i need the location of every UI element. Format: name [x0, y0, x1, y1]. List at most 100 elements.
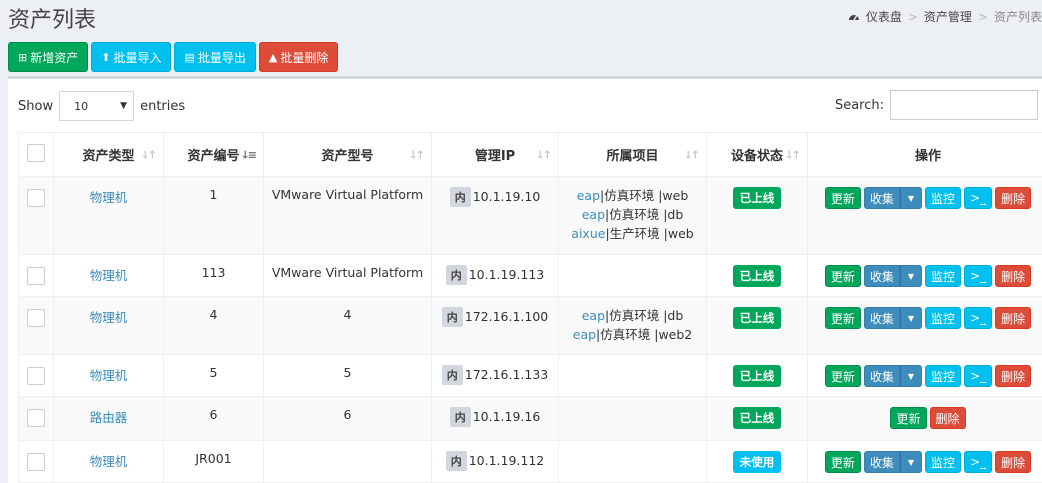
project-entry: eap|仿真环境 |db [559, 306, 706, 326]
terminal-button[interactable]: >_ [964, 451, 993, 473]
collect-dropdown-toggle[interactable]: ▼ [899, 365, 923, 387]
ip-address: 10.1.19.113 [468, 267, 545, 282]
select-cell [18, 440, 54, 483]
caret-down-icon: ▼ [907, 313, 915, 323]
column-header-number[interactable]: 资产编号 ↓≡ [163, 132, 264, 177]
collect-button[interactable]: 收集 [863, 307, 900, 329]
sort-icon: ↓↑ [784, 148, 802, 161]
update-button[interactable]: 更新 [824, 307, 861, 329]
terminal-button[interactable]: >_ [964, 265, 993, 287]
row-actions: 更新 收集 ▼ 监控 >_ 删除 [808, 451, 1042, 473]
project-link[interactable]: eap [582, 308, 605, 323]
ip-address: 10.1.19.112 [468, 453, 545, 468]
table-row: 路由器 6 6 内 10.1.19.16 已上线 更新 删除 [18, 396, 1042, 441]
breadcrumb-asset-list: 资产列表 [993, 10, 1042, 24]
terminal-button[interactable]: >_ [964, 187, 993, 209]
page-size-select[interactable]: 10 ▼ [59, 91, 135, 121]
batch-import-button[interactable]: ⬆ 批量导入 [91, 42, 172, 72]
asset-type-cell: 物理机 [53, 176, 164, 255]
collect-button[interactable]: 收集 [863, 265, 900, 287]
delete-button[interactable]: 删除 [929, 407, 966, 429]
ip-address: 10.1.19.16 [472, 409, 541, 424]
ip-address: 172.16.1.100 [464, 309, 549, 324]
delete-button[interactable]: 删除 [995, 365, 1032, 387]
update-button[interactable]: 更新 [824, 265, 861, 287]
row-checkbox[interactable] [27, 409, 45, 427]
collect-split-button: 收集 ▼ [863, 451, 923, 473]
project-cell: eap|仿真环境 |db eap|仿真环境 |web2 [558, 296, 707, 355]
ip-scope-tag: 内 [449, 187, 471, 207]
asset-type-link[interactable]: 物理机 [90, 310, 128, 325]
monitor-button[interactable]: 监控 [925, 187, 962, 209]
select-all-checkbox[interactable] [27, 143, 45, 162]
search-input[interactable] [890, 90, 1038, 120]
project-link[interactable]: eap [573, 327, 596, 342]
actions-cell: 更新 收集 ▼ 监控 >_ 删除 [807, 254, 1042, 297]
collect-split-button: 收集 ▼ [863, 187, 923, 209]
add-asset-button[interactable]: ⊞ 新增资产 [8, 42, 89, 72]
asset-type-link[interactable]: 物理机 [90, 368, 128, 383]
update-button[interactable]: 更新 [824, 365, 861, 387]
caret-down-icon: ▼ [907, 271, 915, 281]
project-cell: eap|仿真环境 |web eap|仿真环境 |db aixue|生产环境 |web [558, 176, 707, 255]
collect-button[interactable]: 收集 [863, 187, 900, 209]
collect-dropdown-toggle[interactable]: ▼ [899, 451, 923, 473]
collect-dropdown-toggle[interactable]: ▼ [899, 265, 923, 287]
column-header-type[interactable]: 资产类型 ↓↑ [53, 132, 164, 177]
upload-icon: ⬆ [101, 50, 111, 64]
row-checkbox[interactable] [27, 453, 45, 471]
asset-type-link[interactable]: 物理机 [90, 454, 128, 469]
actions-cell: 更新 删除 [807, 396, 1042, 441]
collect-dropdown-toggle[interactable]: ▼ [899, 187, 923, 209]
project-link[interactable]: eap [577, 188, 600, 203]
project-env: |仿真环境 |db [605, 207, 684, 222]
delete-button[interactable]: 删除 [995, 307, 1032, 329]
status-cell: 未使用 [706, 440, 808, 483]
collect-button[interactable]: 收集 [863, 451, 900, 473]
asset-type-link[interactable]: 物理机 [90, 268, 128, 283]
row-checkbox[interactable] [27, 189, 45, 207]
asset-number-cell: 6 [163, 396, 264, 441]
breadcrumb: 仪表盘 > 资产管理 > 资产列表 [848, 8, 1042, 25]
delete-button[interactable]: 删除 [995, 187, 1032, 209]
delete-button[interactable]: 删除 [995, 451, 1032, 473]
monitor-button[interactable]: 监控 [925, 365, 962, 387]
update-button[interactable]: 更新 [824, 187, 861, 209]
batch-export-button[interactable]: ▤ 批量导出 [174, 42, 256, 72]
collect-button[interactable]: 收集 [863, 365, 900, 387]
column-header-status[interactable]: 设备状态 ↓↑ [706, 132, 808, 177]
management-ip-cell: 内 10.1.19.16 [431, 396, 559, 441]
project-link[interactable]: eap [582, 207, 605, 222]
update-button[interactable]: 更新 [890, 407, 927, 429]
plus-square-icon: ⊞ [18, 50, 28, 64]
delete-button[interactable]: 删除 [995, 265, 1032, 287]
status-cell: 已上线 [706, 296, 808, 355]
breadcrumb-dashboard[interactable]: 仪表盘 [866, 8, 902, 25]
asset-type-link[interactable]: 路由器 [90, 410, 128, 425]
row-checkbox[interactable] [27, 367, 45, 385]
terminal-button[interactable]: >_ [964, 365, 993, 387]
project-cell [558, 354, 707, 397]
collect-dropdown-toggle[interactable]: ▼ [899, 307, 923, 329]
asset-type-link[interactable]: 物理机 [90, 190, 128, 205]
asset-model-cell: 5 [263, 354, 432, 397]
breadcrumb-asset-management[interactable]: 资产管理 [924, 8, 972, 25]
row-checkbox[interactable] [27, 309, 45, 327]
row-checkbox[interactable] [27, 267, 45, 285]
row-actions: 更新 删除 [808, 407, 1042, 429]
column-header-ip[interactable]: 管理IP ↓↑ [431, 132, 559, 177]
monitor-button[interactable]: 监控 [925, 307, 962, 329]
update-button[interactable]: 更新 [824, 451, 861, 473]
entries-label: entries [140, 98, 186, 114]
project-link[interactable]: aixue [571, 226, 605, 241]
collect-split-button: 收集 ▼ [863, 265, 923, 287]
asset-number-cell: 5 [163, 354, 264, 397]
column-header-model[interactable]: 资产型号 ↓↑ [263, 132, 432, 177]
column-header-project[interactable]: 所属项目 ↓↑ [558, 132, 707, 177]
monitor-button[interactable]: 监控 [925, 451, 962, 473]
terminal-button[interactable]: >_ [964, 307, 993, 329]
batch-delete-button[interactable]: ▲ 批量删除 [258, 42, 339, 72]
monitor-button[interactable]: 监控 [925, 265, 962, 287]
table-row: 物理机 1 VMware Virtual Platform 内 10.1.19.10 ea… [18, 176, 1042, 255]
asset-model-cell: 4 [263, 296, 432, 355]
